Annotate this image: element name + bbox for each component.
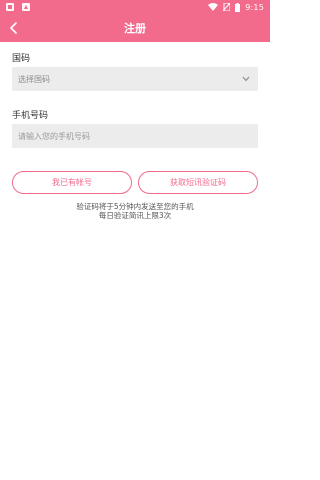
country-code-label: 国码 [12,54,31,64]
sms-hint-line-2: 每日验证简讯上限3次 [98,211,172,220]
page-title: 注册 [124,22,146,35]
title-bar: 注册 [0,14,270,42]
status-bar: 9:15 [0,0,270,14]
app-icon [22,3,30,11]
wifi-icon [208,3,219,11]
status-time: 9:15 [245,2,264,12]
notification-icon [6,3,14,11]
chevron-down-icon [242,75,250,84]
back-button[interactable] [4,18,24,38]
battery-icon [235,2,241,12]
phone-number-label: 手机号码 [12,111,49,121]
phone-number-input[interactable] [12,124,258,148]
sms-hint-line-1: 验证码将于5分钟内发送至您的手机 [76,202,194,211]
back-arrow-icon [9,19,19,38]
get-sms-code-button[interactable]: 获取短讯验证码 [138,171,258,194]
country-code-value: 选择国码 [18,74,50,84]
country-code-select[interactable]: 选择国码 [12,67,258,91]
no-sim-icon [223,3,231,11]
have-account-button[interactable]: 我已有帐号 [12,171,132,194]
